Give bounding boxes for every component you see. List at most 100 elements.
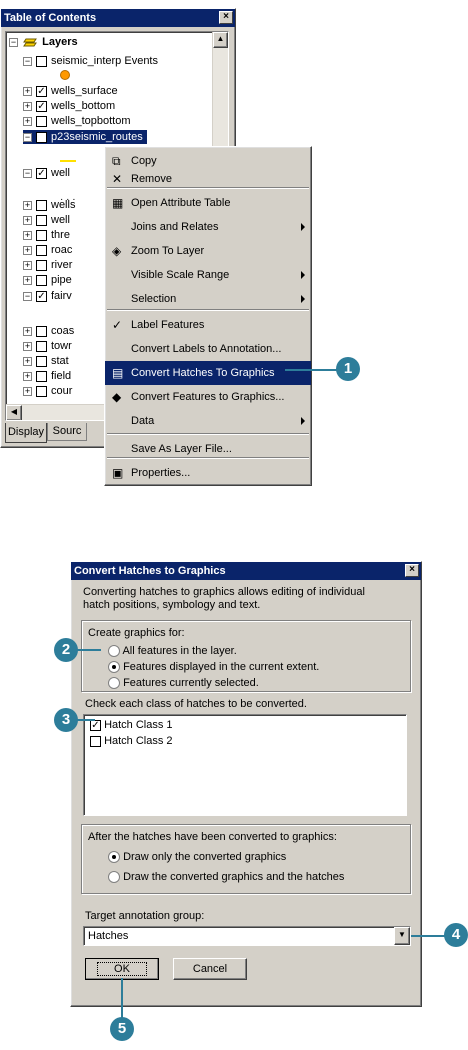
layer-visibility-checkbox[interactable]: ✓ — [36, 131, 47, 143]
collapse-icon[interactable]: − — [9, 37, 18, 47]
toc-layer-row[interactable]: + cour — [23, 384, 72, 398]
menu-item-zoom-to-layer[interactable]: ◈ Zoom To Layer — [105, 239, 311, 263]
expand-icon[interactable]: + — [23, 200, 32, 210]
toc-layer-row[interactable]: − ✓ p23seismic_routes — [23, 130, 147, 144]
expand-icon[interactable]: + — [23, 101, 32, 111]
menu-item-label: Open Attribute Table — [131, 197, 231, 209]
layers-label: Layers — [42, 36, 78, 48]
menu-item-label: Properties... — [131, 467, 191, 479]
expand-icon[interactable]: + — [23, 116, 32, 126]
menu-item-selection[interactable]: Selection — [105, 287, 311, 311]
layer-visibility-checkbox[interactable] — [36, 115, 47, 127]
scroll-left-button[interactable]: ◀ — [6, 405, 22, 420]
menu-item-label: Save As Layer File... — [131, 443, 232, 455]
expand-icon[interactable]: + — [23, 356, 32, 366]
menu-item-properties[interactable]: ▣ Properties... — [105, 461, 311, 485]
menu-item-convert-features-to-graphics[interactable]: ◆ Convert Features to Graphics... — [105, 385, 311, 409]
toc-layer-row[interactable]: + field — [23, 369, 71, 383]
layer-visibility-checkbox[interactable] — [36, 385, 47, 397]
expand-icon[interactable]: + — [23, 260, 32, 270]
collapse-icon[interactable]: − — [23, 56, 32, 66]
toc-layer-row[interactable]: + towr — [23, 339, 72, 353]
layer-visibility-checkbox[interactable]: ✓ — [36, 290, 47, 302]
radio-selected-features[interactable]: Features currently selected. — [108, 677, 259, 690]
expand-icon[interactable]: + — [23, 215, 32, 225]
toc-layer-row[interactable]: + roac — [23, 243, 72, 257]
toc-title-bar[interactable]: Table of Contents × — [1, 9, 235, 27]
collapse-icon[interactable]: − — [23, 291, 32, 301]
callout-line-4 — [411, 935, 447, 937]
hatch-class-2-checkbox[interactable]: Hatch Class 2 — [90, 735, 173, 747]
layer-visibility-checkbox[interactable] — [36, 55, 47, 67]
collapse-icon[interactable]: − — [23, 168, 32, 178]
collapse-icon[interactable]: − — [23, 132, 32, 142]
menu-item-label-features[interactable]: ✓ Label Features — [105, 313, 311, 337]
dots-symbol: · · · — [60, 194, 76, 205]
expand-icon[interactable]: + — [23, 245, 32, 255]
hatch-classes-list[interactable]: ✓ Hatch Class 1 Hatch Class 2 — [83, 714, 407, 816]
target-group-select[interactable]: Hatches ▼ — [83, 926, 411, 946]
menu-item-label: Joins and Relates — [131, 221, 219, 233]
toc-layer-row[interactable]: − seismic_interp Events — [23, 54, 158, 68]
layer-visibility-checkbox[interactable] — [36, 199, 47, 211]
menu-item-label: Remove — [131, 173, 172, 185]
menu-item-data[interactable]: Data — [105, 409, 311, 433]
expand-icon[interactable]: + — [23, 326, 32, 336]
dropdown-arrow-icon[interactable]: ▼ — [394, 927, 410, 945]
layer-visibility-checkbox[interactable] — [36, 229, 47, 241]
toc-layer-row[interactable]: + ✓ wells_surface — [23, 84, 118, 98]
layer-visibility-checkbox[interactable] — [36, 325, 47, 337]
menu-item-convert-hatches-to-graphics[interactable]: ▤ Convert Hatches To Graphics — [105, 361, 311, 385]
menu-item-open-attribute-table[interactable]: ▦ Open Attribute Table — [105, 191, 311, 215]
hatch-classes-label: Check each class of hatches to be conver… — [85, 698, 307, 710]
toc-layer-row[interactable]: + river — [23, 258, 72, 272]
layer-visibility-checkbox[interactable] — [36, 259, 47, 271]
layer-visibility-checkbox[interactable] — [36, 370, 47, 382]
expand-icon[interactable]: + — [23, 86, 32, 96]
layer-visibility-checkbox[interactable] — [36, 244, 47, 256]
menu-item-visible-scale-range[interactable]: Visible Scale Range — [105, 263, 311, 287]
tab-source[interactable]: Sourc — [47, 423, 87, 441]
expand-icon[interactable]: + — [23, 341, 32, 351]
menu-item-label: Convert Features to Graphics... — [131, 391, 285, 403]
toc-layer-row[interactable]: + pipe — [23, 273, 72, 287]
radio-draw-both[interactable]: Draw the converted graphics and the hatc… — [108, 871, 344, 884]
menu-item-convert-labels-to-annotation[interactable]: Convert Labels to Annotation... — [105, 337, 311, 361]
toc-layer-row[interactable]: + wells_topbottom — [23, 114, 131, 128]
expand-icon[interactable]: + — [23, 230, 32, 240]
menu-item-joins-and-relates[interactable]: Joins and Relates — [105, 215, 311, 239]
menu-item-save-as-layer-file[interactable]: Save As Layer File... — [105, 437, 311, 461]
remove-icon: ✕ — [112, 172, 123, 186]
close-icon[interactable]: × — [219, 11, 233, 24]
toc-layer-row[interactable]: + thre — [23, 228, 70, 242]
layer-visibility-checkbox[interactable]: ✓ — [36, 100, 47, 112]
layer-visibility-checkbox[interactable]: ✓ — [36, 85, 47, 97]
ok-button[interactable]: OK — [85, 958, 159, 980]
cancel-button[interactable]: Cancel — [173, 958, 247, 980]
layer-visibility-checkbox[interactable] — [36, 340, 47, 352]
radio-draw-converted[interactable]: Draw only the converted graphics — [108, 851, 286, 864]
toc-layer-row[interactable]: + coas — [23, 324, 74, 338]
layer-visibility-checkbox[interactable]: ✓ — [36, 167, 47, 179]
scroll-up-button[interactable]: ▲ — [213, 32, 228, 48]
dialog-title-bar[interactable]: Convert Hatches to Graphics × — [71, 562, 421, 580]
layer-visibility-checkbox[interactable] — [36, 355, 47, 367]
menu-item-remove[interactable]: ✕ Remove — [105, 167, 311, 191]
radio-displayed-features[interactable]: Features displayed in the current extent… — [108, 661, 319, 674]
toc-layer-row[interactable]: − ✓ fairv — [23, 289, 72, 303]
toc-layer-row[interactable]: + ✓ wells_bottom — [23, 99, 115, 113]
close-icon[interactable]: × — [405, 564, 419, 577]
tree-row-layers[interactable]: − Layers — [9, 35, 78, 49]
layer-visibility-checkbox[interactable] — [36, 214, 47, 226]
toc-layer-row[interactable]: + well — [23, 213, 70, 227]
toc-layer-row[interactable]: + stat — [23, 354, 69, 368]
toc-layer-row[interactable]: − ✓ well — [23, 166, 70, 180]
expand-icon[interactable]: + — [23, 371, 32, 381]
layer-visibility-checkbox[interactable] — [36, 274, 47, 286]
tab-display[interactable]: Display — [5, 423, 47, 443]
expand-icon[interactable]: + — [23, 386, 32, 396]
expand-icon[interactable]: + — [23, 275, 32, 285]
hatch-class-1-checkbox[interactable]: ✓ Hatch Class 1 — [90, 719, 173, 731]
radio-all-features[interactable]: All features in the layer. — [108, 645, 237, 658]
layer-label: well — [51, 214, 70, 226]
